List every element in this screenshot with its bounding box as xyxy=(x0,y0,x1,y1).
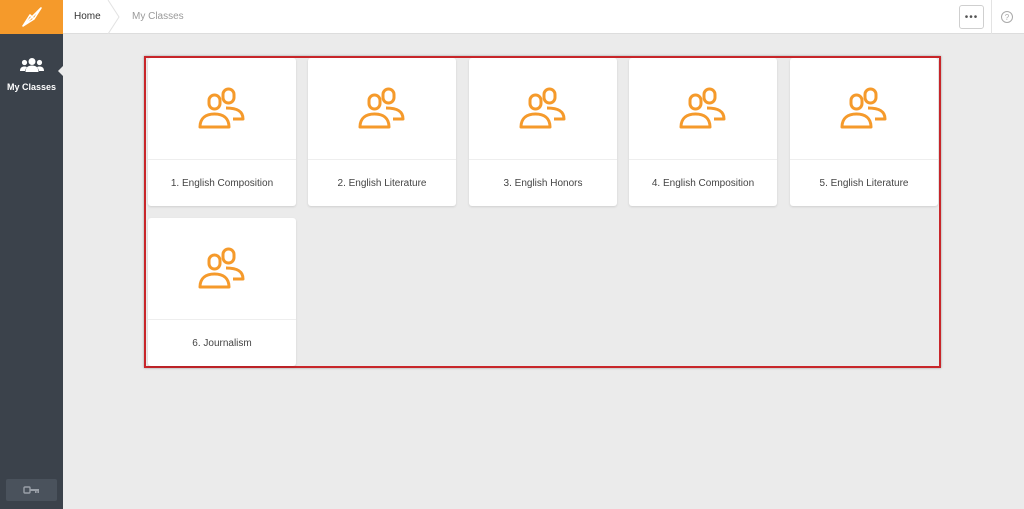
sidebar-item-label: My Classes xyxy=(6,82,57,92)
class-card[interactable]: 5. English Literature xyxy=(790,58,938,206)
class-card-label: 2. English Literature xyxy=(337,177,427,189)
class-card-icon-area xyxy=(148,218,296,320)
group-icon xyxy=(519,87,566,128)
group-icon xyxy=(198,87,245,128)
group-icon xyxy=(840,87,887,128)
group-icon xyxy=(679,87,726,128)
app-logo[interactable] xyxy=(0,0,63,34)
divider xyxy=(991,0,992,34)
top-bar: Home My Classes ••• ? xyxy=(63,0,1024,34)
class-card[interactable]: 3. English Honors xyxy=(469,58,617,206)
class-card-icon-area xyxy=(469,58,617,160)
class-card-label: 6. Journalism xyxy=(192,337,252,349)
key-icon xyxy=(22,486,39,494)
help-icon[interactable]: ? xyxy=(1001,11,1013,23)
class-card-label: 1. English Composition xyxy=(170,177,274,189)
compass-icon xyxy=(21,7,42,27)
active-indicator xyxy=(58,66,63,76)
class-card-icon-area xyxy=(629,58,777,160)
group-icon xyxy=(358,87,405,128)
class-card[interactable]: 6. Journalism xyxy=(148,218,296,366)
sidebar-item-my-classes[interactable]: My Classes xyxy=(0,57,63,92)
class-card-label: 5. English Literature xyxy=(819,177,909,189)
breadcrumb-separator-icon xyxy=(107,0,120,34)
class-card[interactable]: 4. English Composition xyxy=(629,58,777,206)
breadcrumb-current: My Classes xyxy=(132,11,184,22)
class-card-icon-area xyxy=(790,58,938,160)
group-icon xyxy=(198,247,245,288)
users-icon xyxy=(19,58,44,72)
more-options-button[interactable]: ••• xyxy=(959,5,984,29)
breadcrumb-home[interactable]: Home xyxy=(74,11,101,22)
sidebar: My Classes xyxy=(0,0,63,509)
class-card-label: 3. English Honors xyxy=(503,177,583,189)
logout-button[interactable] xyxy=(6,479,57,501)
class-card-icon-area xyxy=(148,58,296,160)
class-card-icon-area xyxy=(308,58,456,160)
class-card-label: 4. English Composition xyxy=(651,177,755,189)
class-card[interactable]: 2. English Literature xyxy=(308,58,456,206)
class-card[interactable]: 1. English Composition xyxy=(148,58,296,206)
